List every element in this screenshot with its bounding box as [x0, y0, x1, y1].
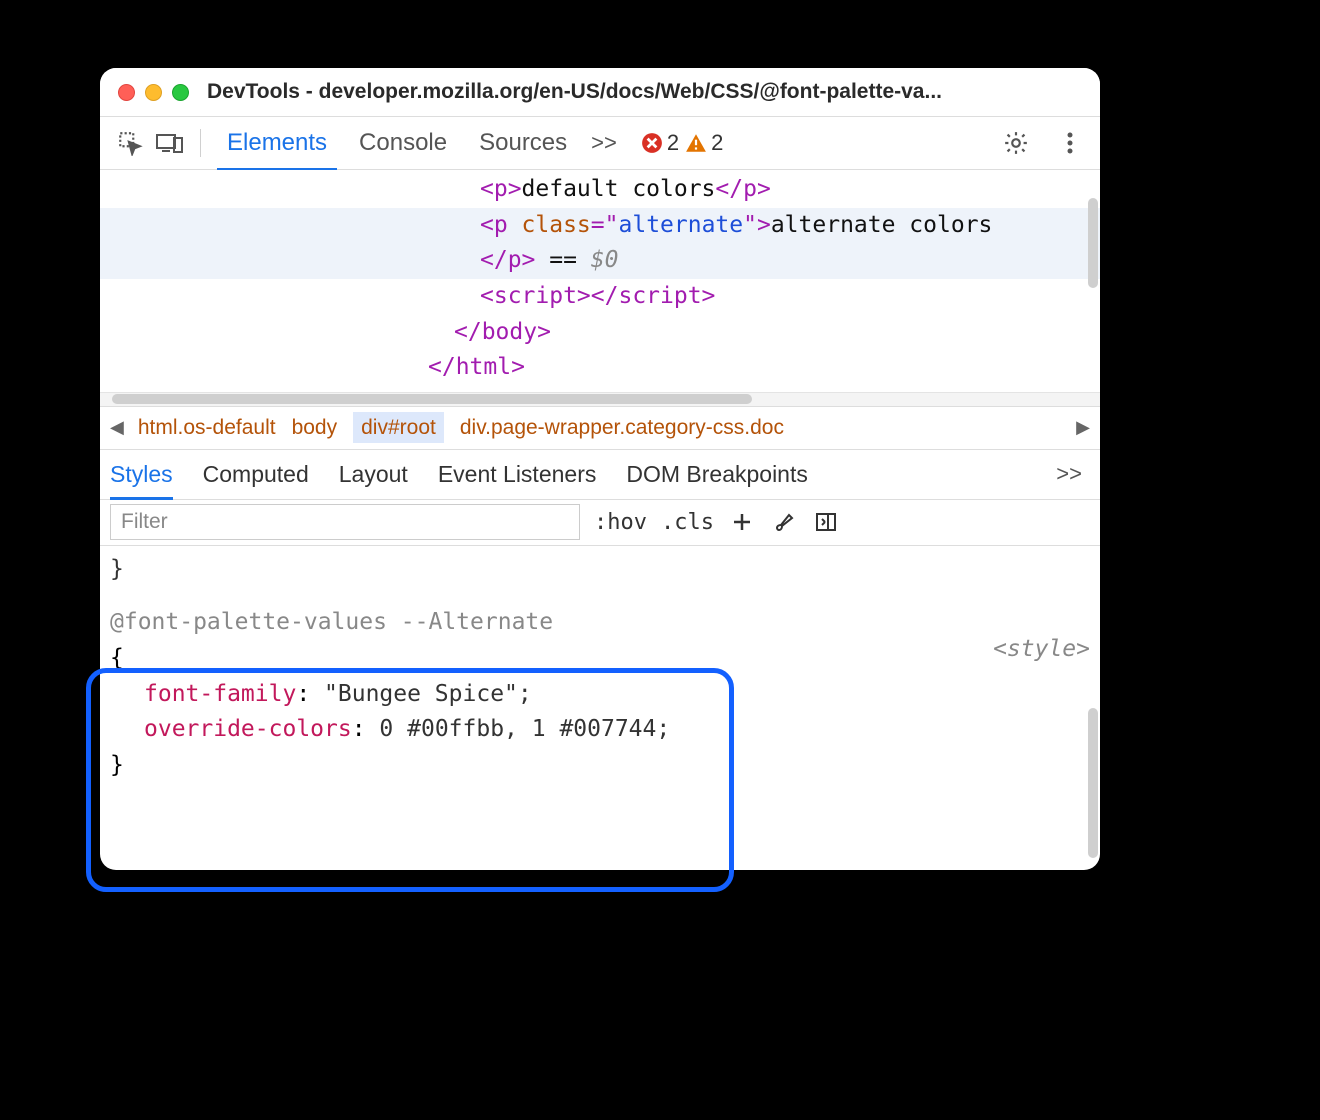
styles-filter-row: :hov .cls: [100, 500, 1100, 546]
tab-layout[interactable]: Layout: [339, 449, 408, 499]
tab-elements[interactable]: Elements: [211, 116, 343, 170]
window-title: DevTools - developer.mozilla.org/en-US/d…: [207, 80, 1082, 104]
horizontal-scrollbar[interactable]: [100, 392, 1100, 406]
main-toolbar: Elements Console Sources >> 2 2: [100, 116, 1100, 170]
breadcrumb-item[interactable]: div.page-wrapper.category-css.doc: [460, 416, 784, 439]
tab-sources[interactable]: Sources: [463, 116, 583, 170]
dom-line[interactable]: </html>: [100, 350, 1100, 386]
vertical-scrollbar-dom[interactable]: [1088, 198, 1098, 288]
more-tabs-icon[interactable]: >>: [583, 130, 625, 156]
warning-badge[interactable]: 2: [685, 130, 723, 156]
styles-body[interactable]: } @font-palette-values --Alternate <styl…: [100, 546, 1100, 794]
error-badge[interactable]: 2: [641, 130, 679, 156]
tab-event-listeners[interactable]: Event Listeners: [438, 449, 597, 499]
maximize-icon[interactable]: [172, 84, 189, 101]
breadcrumb: ◀ html.os-default body div#root div.page-wr…: [100, 406, 1100, 450]
kebab-icon[interactable]: [1050, 123, 1090, 163]
tab-styles[interactable]: Styles: [110, 449, 173, 499]
gear-icon[interactable]: [996, 123, 1036, 163]
minimize-icon[interactable]: [145, 84, 162, 101]
rule-close-prev: }: [110, 552, 1090, 588]
device-toggle-icon[interactable]: [150, 123, 190, 163]
titlebar: DevTools - developer.mozilla.org/en-US/d…: [100, 68, 1100, 116]
paintbrush-icon[interactable]: [770, 508, 798, 536]
rule-selector[interactable]: @font-palette-values --Alternate: [110, 605, 1090, 641]
dom-line[interactable]: <p class="alternate">alternate colors: [100, 208, 1100, 244]
panel-tabs: Elements Console Sources: [211, 116, 583, 170]
dom-line[interactable]: <p>default colors</p>: [100, 172, 1100, 208]
hov-toggle[interactable]: :hov: [594, 510, 647, 535]
devtools-window: DevTools - developer.mozilla.org/en-US/d…: [100, 68, 1100, 870]
cls-toggle[interactable]: .cls: [661, 510, 714, 535]
status-badges[interactable]: 2 2: [641, 130, 724, 156]
toggle-sidebar-icon[interactable]: [812, 508, 840, 536]
more-styles-tabs-icon[interactable]: >>: [1048, 461, 1090, 487]
breadcrumb-item[interactable]: html.os-default: [138, 416, 276, 439]
styles-tabs: Styles Computed Layout Event Listeners D…: [100, 450, 1100, 500]
filter-input[interactable]: [110, 504, 580, 540]
dom-line[interactable]: <script></script>: [100, 279, 1100, 315]
separator: [200, 129, 201, 157]
warning-icon: [685, 132, 707, 154]
rule-close-brace: }: [110, 748, 1090, 784]
css-declaration[interactable]: font-family: "Bungee Spice";: [110, 677, 1090, 713]
breadcrumb-item[interactable]: body: [292, 416, 338, 439]
tab-dom-breakpoints[interactable]: DOM Breakpoints: [626, 449, 808, 499]
error-count: 2: [667, 130, 679, 156]
vertical-scrollbar-styles[interactable]: [1088, 708, 1098, 858]
tab-computed[interactable]: Computed: [203, 449, 309, 499]
dom-tree[interactable]: <p>default colors</p><p class="alternate…: [100, 170, 1100, 392]
dom-line[interactable]: </p> == $0: [100, 243, 1100, 279]
error-icon: [641, 132, 663, 154]
css-declaration[interactable]: override-colors: 0 #00ffbb, 1 #007744;: [110, 712, 1090, 748]
warning-count: 2: [711, 130, 723, 156]
new-rule-icon[interactable]: [728, 508, 756, 536]
tab-console[interactable]: Console: [343, 116, 463, 170]
dom-line[interactable]: </body>: [100, 315, 1100, 351]
breadcrumb-next-icon[interactable]: ▶: [1076, 417, 1090, 438]
traffic-lights: [118, 84, 189, 101]
breadcrumb-item[interactable]: div#root: [353, 412, 444, 443]
close-icon[interactable]: [118, 84, 135, 101]
inspect-icon[interactable]: [110, 123, 150, 163]
rule-open-brace: {: [110, 641, 1090, 677]
breadcrumb-prev-icon[interactable]: ◀: [110, 417, 124, 438]
